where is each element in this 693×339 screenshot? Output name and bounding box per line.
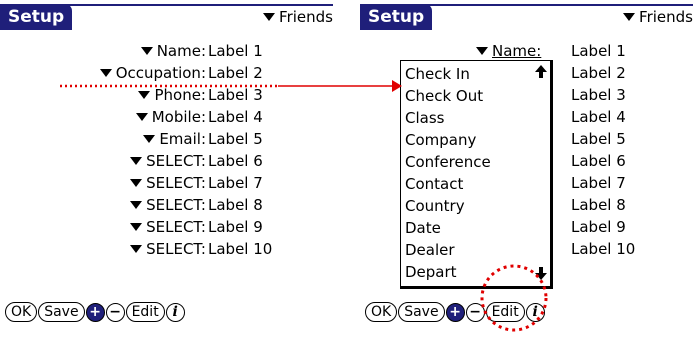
field-value: Label 1 (208, 42, 263, 60)
field-label: Occupation: (115, 64, 206, 82)
scroll-down-arrow-icon[interactable] (535, 267, 547, 284)
field-value: Label 2 (571, 64, 626, 82)
field-value: Label 5 (571, 130, 626, 148)
field-value: Label 5 (208, 130, 263, 148)
plus-icon[interactable]: + (445, 302, 465, 322)
setup-screen-left: Setup Friends Name: Label 1 Occupation: … (0, 0, 333, 339)
category-dropdown[interactable]: Friends (623, 8, 693, 26)
dropdown-triangle-icon (263, 12, 276, 21)
save-button[interactable]: Save (38, 302, 85, 322)
category-label: Friends (279, 8, 333, 26)
minus-icon[interactable]: − (105, 302, 125, 322)
field-value: Label 10 (208, 240, 273, 258)
field-selector[interactable]: Occupation: (99, 62, 206, 84)
dropdown-triangle-icon (140, 46, 153, 55)
field-selector[interactable]: SELECT: (130, 150, 206, 172)
list-item[interactable]: Class (405, 107, 444, 129)
list-item[interactable]: Depart (405, 261, 457, 283)
field-value: Label 4 (571, 108, 626, 126)
minus-icon[interactable]: − (465, 302, 485, 322)
list-item[interactable]: Dealer (405, 239, 455, 261)
field-value: Label 10 (571, 240, 636, 258)
field-value: Label 2 (208, 64, 263, 82)
save-button[interactable]: Save (398, 302, 445, 322)
field-selector[interactable]: SELECT: (130, 238, 206, 260)
field-selector[interactable]: Mobile: (135, 106, 206, 128)
field-label: SELECT: (146, 240, 206, 258)
list-item[interactable]: Conference (405, 151, 491, 173)
field-label: SELECT: (146, 196, 206, 214)
list-item[interactable]: Contact (405, 173, 463, 195)
field-label: Name: (156, 42, 206, 60)
ok-button[interactable]: OK (365, 302, 398, 322)
category-label: Friends (639, 8, 693, 26)
dropdown-triangle-icon (130, 222, 143, 231)
field-label: Email: (159, 130, 206, 148)
dropdown-triangle-icon (138, 90, 151, 99)
field-row: Occupation: Label 2 (0, 62, 333, 84)
field-value: Label 7 (571, 174, 626, 192)
field-value: Label 3 (571, 86, 626, 104)
field-row: Mobile: Label 4 (0, 106, 333, 128)
edit-button[interactable]: Edit (125, 302, 165, 322)
dropdown-triangle-icon (130, 178, 143, 187)
dropdown-triangle-icon (99, 68, 112, 77)
field-label: SELECT: (146, 174, 206, 192)
list-item[interactable]: Check Out (405, 85, 483, 107)
field-row: SELECT: Label 10 (0, 238, 333, 260)
info-icon[interactable]: i (525, 302, 545, 322)
field-value: Label 9 (208, 218, 263, 236)
app-title: Setup (0, 4, 73, 30)
field-row: SELECT: Label 7 (0, 172, 333, 194)
ok-button[interactable]: OK (5, 302, 38, 322)
field-value: Label 9 (571, 218, 626, 236)
setup-screen-right: Setup Friends Name: Label 1 Label 2 Labe… (360, 0, 693, 339)
info-icon[interactable]: i (165, 302, 185, 322)
field-value: Label 1 (571, 42, 626, 60)
field-selector[interactable]: SELECT: (130, 216, 206, 238)
dropdown-triangle-icon (143, 134, 156, 143)
field-selector[interactable]: Email: (143, 128, 206, 150)
field-value: Label 6 (208, 152, 263, 170)
dropdown-triangle-icon (130, 156, 143, 165)
list-item[interactable]: Date (405, 217, 441, 239)
dropdown-triangle-icon (135, 112, 148, 121)
field-selector[interactable]: SELECT: (130, 172, 206, 194)
button-bar: OK Save + − Edit i (365, 302, 546, 322)
field-value: Label 7 (208, 174, 263, 192)
field-label: Phone: (154, 86, 206, 104)
list-item[interactable]: Country (405, 195, 465, 217)
field-row: SELECT: Label 9 (0, 216, 333, 238)
field-value: Label 6 (571, 152, 626, 170)
field-label: SELECT: (146, 218, 206, 236)
field-row: Label 1 (360, 40, 693, 62)
field-row: Email: Label 5 (0, 128, 333, 150)
field-row: Phone: Label 3 (0, 84, 333, 106)
field-selector[interactable]: SELECT: (130, 194, 206, 216)
field-value: Label 3 (208, 86, 263, 104)
app-title: Setup (360, 4, 433, 30)
field-selector[interactable]: Name: (140, 40, 206, 62)
scroll-up-arrow-icon[interactable] (535, 65, 547, 82)
dropdown-triangle-icon (130, 200, 143, 209)
field-row: SELECT: Label 8 (0, 194, 333, 216)
field-row: Name: Label 1 (0, 40, 333, 62)
field-label: Mobile: (151, 108, 206, 126)
field-value: Label 4 (208, 108, 263, 126)
edit-button[interactable]: Edit (485, 302, 525, 322)
field-type-popup-list: Check In Check Out Class Company Confere… (400, 60, 553, 289)
field-value: Label 8 (571, 196, 626, 214)
field-row: SELECT: Label 6 (0, 150, 333, 172)
field-label: SELECT: (146, 152, 206, 170)
dropdown-triangle-icon (130, 244, 143, 253)
list-item[interactable]: Company (405, 129, 476, 151)
button-bar: OK Save + − Edit i (5, 302, 186, 322)
category-dropdown[interactable]: Friends (263, 8, 333, 26)
field-value: Label 8 (208, 196, 263, 214)
field-selector[interactable]: Phone: (138, 84, 206, 106)
list-item[interactable]: Check In (405, 63, 470, 85)
dropdown-triangle-icon (623, 12, 636, 21)
plus-icon[interactable]: + (85, 302, 105, 322)
